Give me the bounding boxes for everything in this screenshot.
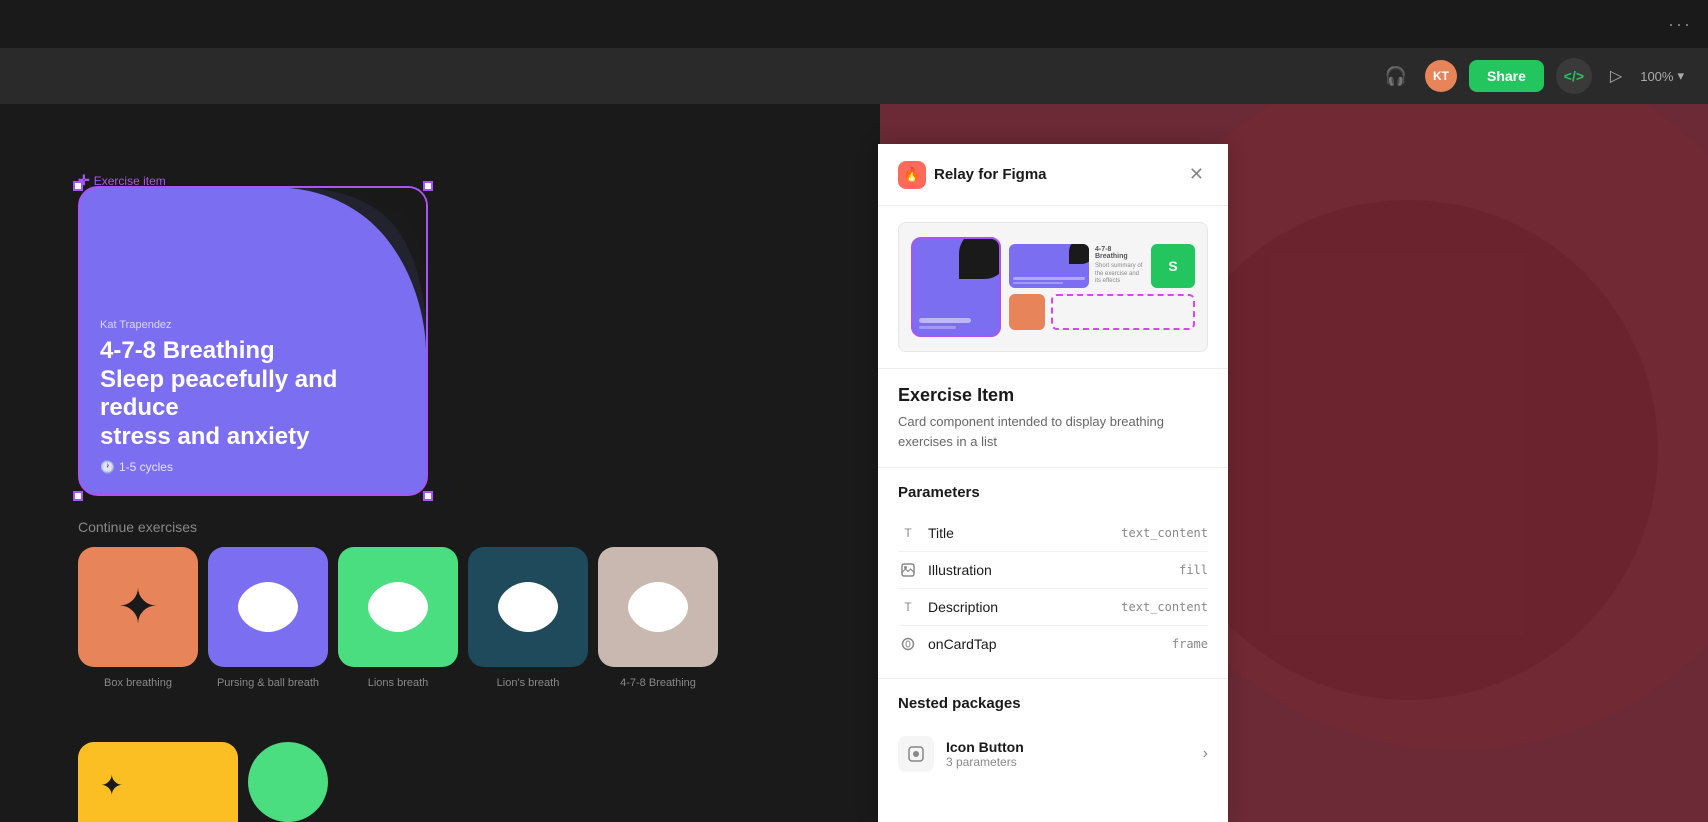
- blob-shape-3: [358, 572, 438, 642]
- nested-item-name: Icon Button: [946, 739, 1191, 755]
- preview-image: 4-7-8 Breathing Short summary of the exe…: [898, 222, 1208, 352]
- nested-chevron-icon: ›: [1203, 745, 1208, 763]
- selection-handle-tl: [73, 181, 83, 191]
- param-row-description: T Description text_content: [898, 589, 1208, 626]
- param-name-illustration: Illustration: [928, 562, 1179, 578]
- play-icon: ▷: [1610, 66, 1622, 86]
- param-row-title: T Title text_content: [898, 515, 1208, 552]
- param-name-description: Description: [928, 599, 1121, 615]
- preview-cards-bottom-row: [1009, 294, 1195, 330]
- param-type-oncardtap: frame: [1172, 637, 1208, 651]
- relay-panel-title: Relay for Figma: [934, 166, 1047, 183]
- component-name: Exercise Item: [898, 385, 1208, 406]
- parameters-section: Parameters T Title text_content Illustra…: [878, 468, 1228, 679]
- blob-shape-4: [488, 572, 568, 642]
- nested-item-icon-button[interactable]: Icon Button 3 parameters ›: [898, 726, 1208, 782]
- param-text-icon-1: T: [898, 523, 918, 543]
- play-button[interactable]: ▷: [1604, 60, 1628, 92]
- zoom-chevron-icon: ▾: [1677, 68, 1684, 84]
- close-button[interactable]: ✕: [1185, 160, 1208, 189]
- canvas-area: ✛ Exercise item Kat Trapendez 4-7-8 Brea…: [0, 104, 880, 822]
- mini-card-3[interactable]: [338, 547, 458, 667]
- preview-blob: [959, 237, 1001, 279]
- mini-card-2[interactable]: [208, 547, 328, 667]
- mini-card-4[interactable]: [468, 547, 588, 667]
- mini-card-5[interactable]: [598, 547, 718, 667]
- param-type-description: text_content: [1121, 600, 1208, 614]
- continue-exercises-section: Continue exercises ✦ Box breathing Pursi…: [78, 519, 718, 667]
- preview-card-large: [911, 237, 1001, 337]
- mini-card-2-label: Pursing & ball breath: [217, 677, 319, 689]
- continue-title: Continue exercises: [78, 519, 718, 535]
- card-content: Kat Trapendez 4-7-8 Breathing Sleep peac…: [80, 303, 426, 494]
- param-type-title: text_content: [1121, 526, 1208, 540]
- component-desc: Card component intended to display breat…: [898, 412, 1208, 451]
- nested-item-params: 3 parameters: [946, 755, 1191, 769]
- star-icon: ✦: [118, 579, 158, 635]
- headphone-icon: 🎧: [1385, 66, 1407, 87]
- preview-info-sm: 4-7-8 Breathing Short summary of the exe…: [1095, 244, 1145, 288]
- exercise-cards-row: ✦ Box breathing Pursing & ball breath: [78, 547, 718, 667]
- top-bar-dots: ···: [1668, 14, 1692, 35]
- nested-item-icon: [898, 736, 934, 772]
- parameters-title: Parameters: [898, 484, 1208, 501]
- preview-area: 4-7-8 Breathing Short summary of the exe…: [878, 206, 1228, 369]
- nested-item-info: Icon Button 3 parameters: [946, 739, 1191, 769]
- nested-packages-title: Nested packages: [898, 695, 1208, 712]
- bottom-green-circle: [248, 742, 328, 822]
- component-info: Exercise Item Card component intended to…: [878, 369, 1228, 468]
- preview-dotted-card: [1051, 294, 1195, 330]
- param-type-illustration: fill: [1179, 563, 1208, 577]
- preview-orange-sm: [1009, 294, 1045, 330]
- blob-shape-2: [228, 572, 308, 642]
- zoom-control[interactable]: 100% ▾: [1640, 68, 1684, 84]
- card-cycles: 🕐 1-5 cycles: [100, 460, 406, 474]
- preview-cards-small-area: 4-7-8 Breathing Short summary of the exe…: [1009, 244, 1195, 330]
- param-row-illustration: Illustration fill: [898, 552, 1208, 589]
- share-button[interactable]: Share: [1469, 60, 1544, 92]
- secondary-toolbar: 🎧 KT Share </> ▷ 100% ▾: [0, 48, 1708, 104]
- relay-header: 🔥 Relay for Figma ✕: [878, 144, 1228, 206]
- param-text-icon-2: T: [898, 597, 918, 617]
- preview-sm-card-1: [1009, 244, 1089, 288]
- clock-icon: 🕐: [100, 460, 115, 474]
- param-name-title: Title: [928, 525, 1121, 541]
- selection-handle-bl: [73, 491, 83, 501]
- exercise-card-selected[interactable]: Kat Trapendez 4-7-8 Breathing Sleep peac…: [78, 186, 428, 496]
- param-link-icon: [898, 634, 918, 654]
- code-icon: </>: [1564, 68, 1584, 84]
- mini-card-5-label: 4-7-8 Breathing: [620, 677, 696, 689]
- blob-shape-5: [618, 572, 698, 642]
- selection-handle-tr: [423, 181, 433, 191]
- param-img-icon: [898, 560, 918, 580]
- mini-card-1-label: Box breathing: [104, 677, 172, 689]
- relay-icon: 🔥: [898, 161, 926, 189]
- card-title: 4-7-8 Breathing Sleep peacefully and red…: [100, 337, 406, 452]
- bottom-star-icon: ✦: [100, 769, 123, 802]
- preview-card-green: S: [1151, 244, 1195, 288]
- headphone-button[interactable]: 🎧: [1379, 60, 1413, 93]
- relay-logo: 🔥 Relay for Figma: [898, 161, 1047, 189]
- selection-handle-br: [423, 491, 433, 501]
- param-name-oncardtap: onCardTap: [928, 636, 1172, 652]
- mini-card-4-label: Lion's breath: [497, 677, 560, 689]
- param-row-oncardtap: onCardTap frame: [898, 626, 1208, 662]
- nested-packages-section: Nested packages Icon Button 3 parameters…: [878, 679, 1228, 798]
- card-author: Kat Trapendez: [100, 319, 406, 331]
- code-button[interactable]: </>: [1556, 58, 1592, 94]
- mini-card-1[interactable]: ✦: [78, 547, 198, 667]
- zoom-label: 100%: [1640, 69, 1673, 84]
- top-bar: ···: [0, 0, 1708, 48]
- mini-card-3-label: Lions breath: [368, 677, 429, 689]
- avatar: KT: [1425, 60, 1457, 92]
- relay-panel: 🔥 Relay for Figma ✕: [878, 144, 1228, 822]
